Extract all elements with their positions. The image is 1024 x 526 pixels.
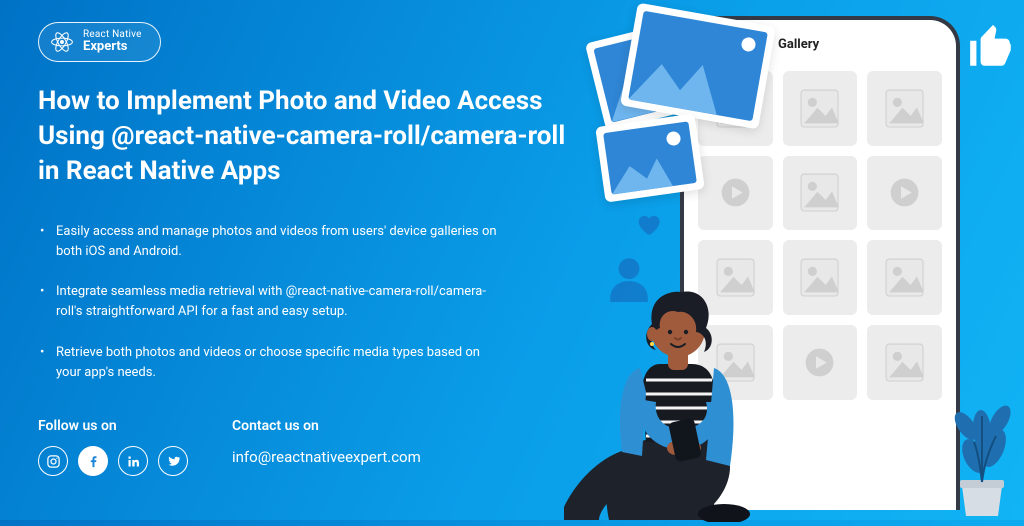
instagram-icon[interactable]	[38, 446, 68, 476]
gallery-image-tile[interactable]	[783, 156, 858, 231]
gallery-video-tile[interactable]	[867, 156, 942, 231]
heart-icon	[634, 210, 662, 242]
plant-icon	[946, 386, 1018, 520]
contact-heading: Contact us on	[232, 418, 421, 434]
feature-list: Easily access and manage photos and vide…	[38, 222, 508, 403]
page-title: How to Implement Photo and Video Access …	[38, 84, 568, 189]
brand-badge: React Native Experts	[38, 22, 161, 62]
contact-email[interactable]: info@reactnativeexpert.com	[232, 448, 421, 466]
gallery-image-tile[interactable]	[867, 240, 942, 315]
gallery-image-tile[interactable]	[783, 71, 858, 146]
follow-section: Follow us on	[38, 418, 188, 476]
gallery-image-tile[interactable]	[867, 71, 942, 146]
feature-item: Retrieve both photos and videos or choos…	[38, 343, 508, 383]
thumbs-up-icon	[966, 22, 1016, 76]
follow-heading: Follow us on	[38, 418, 188, 434]
gallery-video-tile[interactable]	[698, 156, 773, 231]
feature-item: Integrate seamless media retrieval with …	[38, 282, 508, 322]
contact-section: Contact us on info@reactnativeexpert.com	[232, 418, 421, 466]
gallery-image-tile[interactable]	[867, 325, 942, 400]
react-atom-icon	[49, 29, 75, 55]
facebook-icon[interactable]	[78, 446, 108, 476]
twitter-icon[interactable]	[158, 446, 188, 476]
person-illustration	[564, 242, 814, 526]
linkedin-icon[interactable]	[118, 446, 148, 476]
photo-card-icon	[595, 113, 705, 202]
phone-screen-title: Gallery	[778, 37, 819, 52]
badge-line2: Experts	[83, 40, 142, 54]
feature-item: Easily access and manage photos and vide…	[38, 222, 508, 262]
